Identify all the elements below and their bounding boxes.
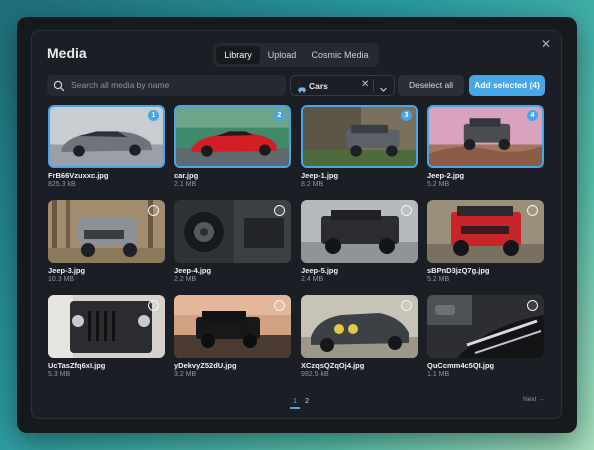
car-icon [297, 81, 307, 99]
selection-checkbox[interactable] [148, 205, 159, 216]
selection-checkbox[interactable] [274, 205, 285, 216]
media-size: 5.2 MB [427, 276, 450, 283]
media-name: Jeep-4.jpg [174, 266, 212, 275]
selection-order-badge[interactable]: 4 [527, 110, 538, 121]
selection-checkbox[interactable] [148, 300, 159, 311]
media-name: sBPnD3jzQ7g.jpg [427, 266, 490, 275]
search-placeholder: Search all media by name [71, 80, 170, 90]
chevron-down-icon[interactable] [379, 81, 388, 99]
media-size: 5.3 MB [48, 371, 71, 378]
page-1-button[interactable]: 1 [293, 396, 297, 405]
tab-upload[interactable]: Upload [262, 46, 302, 64]
media-size: 825.3 kB [48, 181, 76, 188]
selection-checkbox[interactable] [274, 300, 285, 311]
tab-bar: Library Upload Cosmic Media [213, 43, 379, 67]
media-name: XCzqsQZqOj4.jpg [301, 361, 365, 370]
media-size: 5.2 MB [427, 181, 450, 188]
selection-checkbox[interactable] [527, 205, 538, 216]
close-icon[interactable]: ✕ [361, 79, 369, 90]
selection-checkbox[interactable] [527, 300, 538, 311]
folder-filter-select[interactable]: Cars ✕ [290, 75, 395, 96]
filter-value: Cars [309, 81, 328, 91]
media-size: 2.2 MB [174, 276, 197, 283]
close-icon[interactable]: ✕ [540, 37, 552, 51]
search-input[interactable]: Search all media by name [47, 75, 286, 96]
current-page-indicator [290, 407, 300, 409]
tab-cosmic-media[interactable]: Cosmic Media [305, 46, 375, 64]
media-name: Jeep-2.jpg [427, 171, 465, 180]
media-name: Jeep-5.jpg [301, 266, 339, 275]
media-name: Jeep-3.jpg [48, 266, 86, 275]
media-name: UcTasZfq6xI.jpg [48, 361, 106, 370]
filter-divider [373, 79, 374, 92]
selection-checkbox[interactable] [401, 300, 412, 311]
page-2-button[interactable]: 2 [305, 396, 309, 405]
media-name: yDekvyZ52dU.jpg [174, 361, 237, 370]
selection-order-badge[interactable]: 3 [401, 110, 412, 121]
tab-library[interactable]: Library [216, 46, 260, 64]
media-name: Jeep-1.jpg [301, 171, 339, 180]
media-size: 1.1 MB [427, 371, 450, 378]
media-size: 2.1 MB [174, 181, 197, 188]
media-size: 2.4 MB [301, 276, 324, 283]
media-size: 3.2 MB [174, 371, 197, 378]
media-size: 10.3 MB [48, 276, 75, 283]
selection-checkbox[interactable] [401, 205, 412, 216]
search-icon [53, 79, 65, 97]
media-name: QuCcmm4c5QI.jpg [427, 361, 495, 370]
selection-order-badge[interactable]: 1 [148, 110, 159, 121]
deselect-all-button[interactable]: Deselect all [398, 75, 464, 96]
add-selected-button[interactable]: Add selected (4) [469, 75, 545, 96]
modal-title: Media [47, 45, 87, 61]
media-name: car.jpg [174, 171, 199, 180]
selection-order-badge[interactable]: 2 [274, 110, 285, 121]
media-size: 992.5 kB [301, 371, 329, 378]
next-page-button[interactable]: Next → [523, 396, 545, 403]
media-name: FrB66Vzuxxc.jpg [48, 171, 109, 180]
media-size: 8.2 MB [301, 181, 324, 188]
